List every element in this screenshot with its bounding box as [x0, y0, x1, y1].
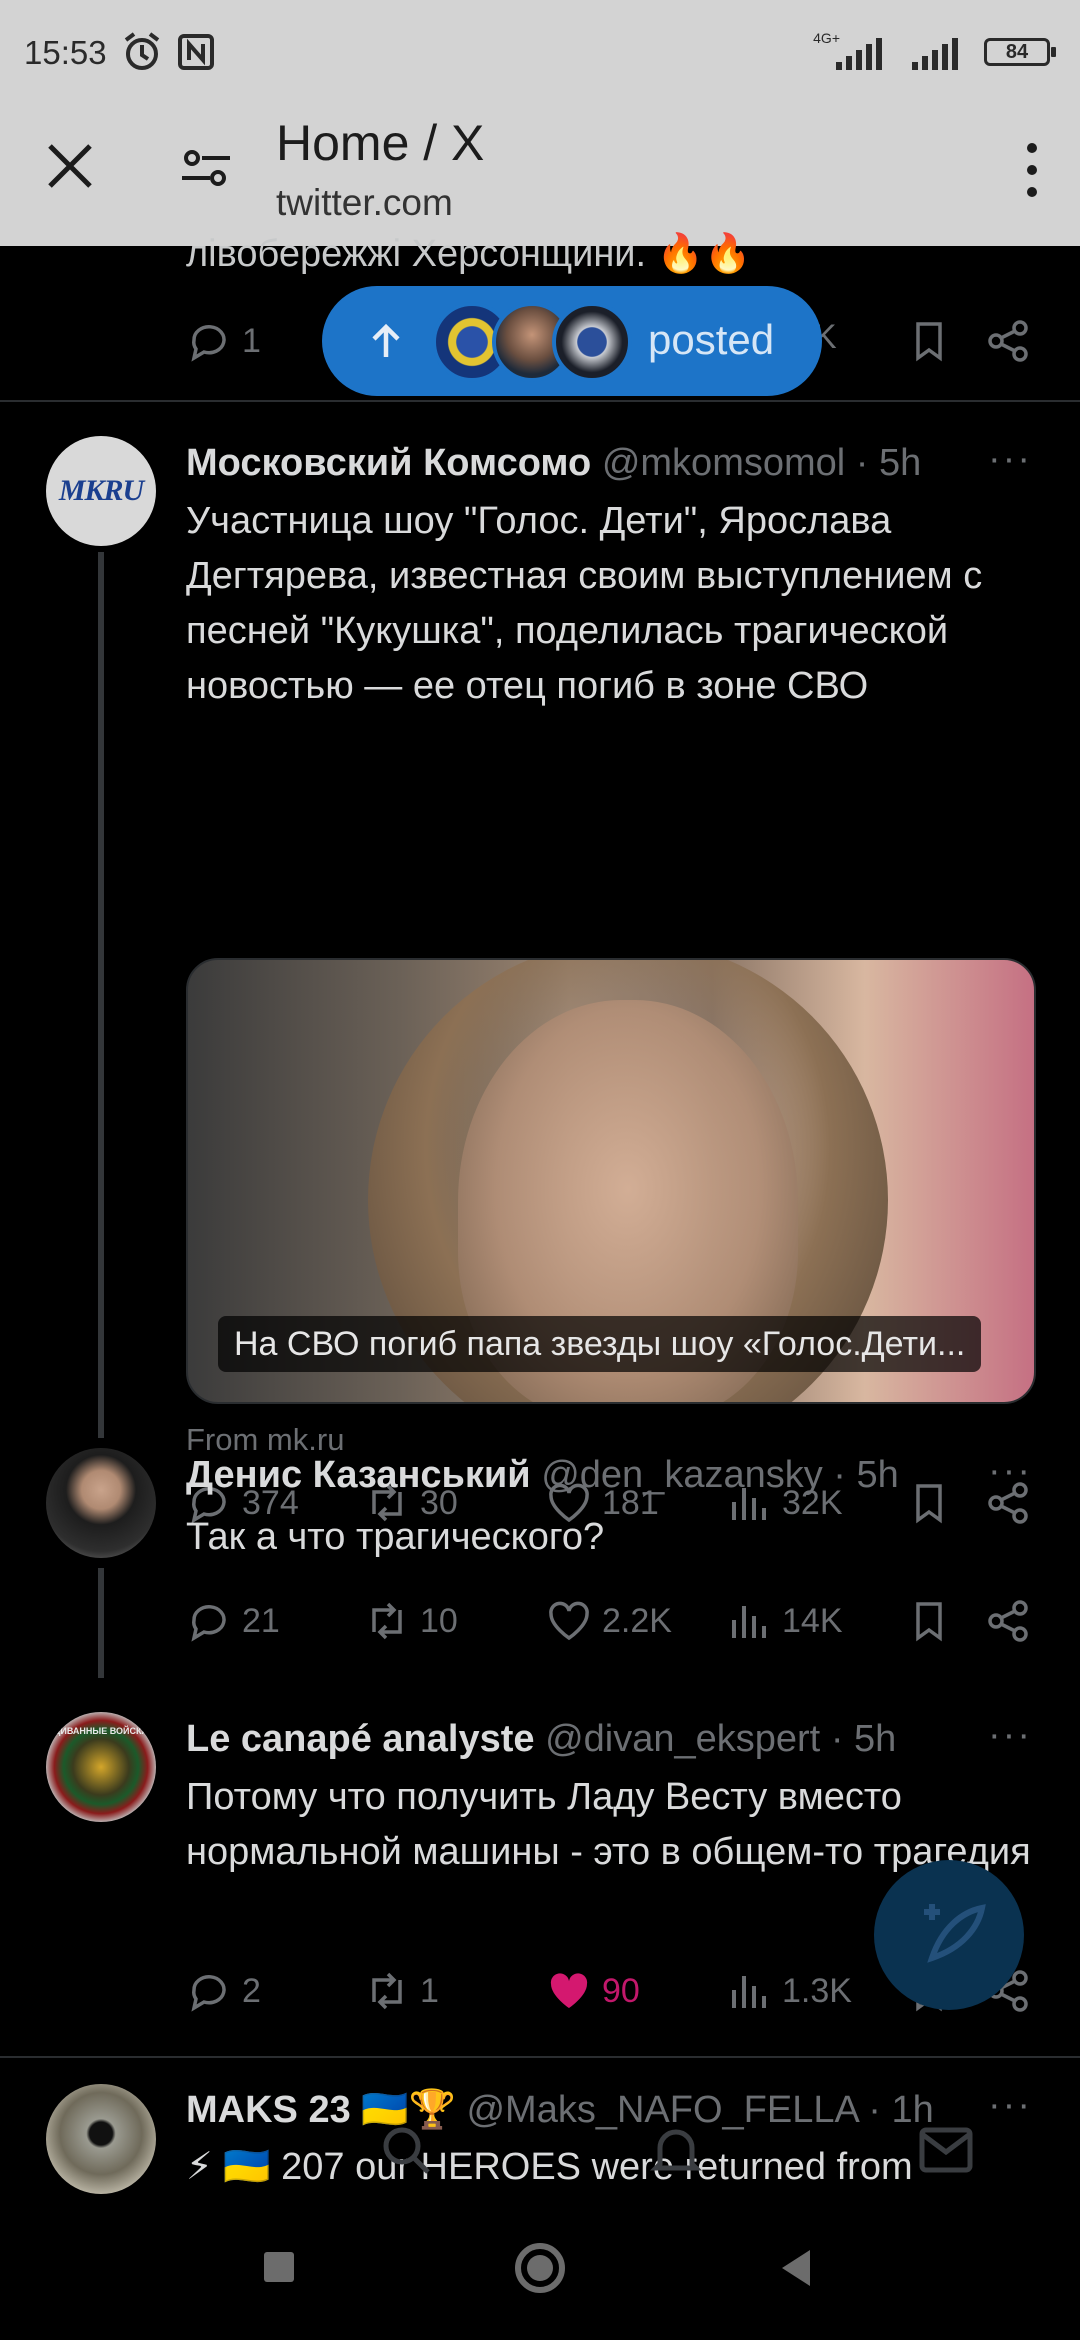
reply-button[interactable]: 2	[186, 1968, 261, 2014]
retweet-button[interactable]: 10	[364, 1598, 458, 1644]
tweet-header: Московский Комсомо @mkomsomol · 5h	[186, 442, 1016, 485]
browser-toolbar: Home / X twitter.com	[0, 100, 1080, 246]
avatar[interactable]	[46, 1448, 156, 1558]
share-icon	[988, 320, 1028, 362]
handle[interactable]: @den_kazansky	[541, 1454, 823, 1496]
bookmark-icon	[916, 322, 942, 362]
timestamp[interactable]: · 5h	[831, 1718, 896, 1760]
status-bar: 15:53 4G+ 84	[0, 0, 1080, 100]
status-time: 15:53	[24, 34, 107, 71]
thread-line	[98, 1568, 104, 1678]
more-icon[interactable]: ···	[988, 1450, 1032, 1493]
card-caption: На СВО погиб папа звезды шоу «Голос.Дети…	[218, 1316, 982, 1372]
site-settings-icon[interactable]	[178, 140, 234, 196]
nfc-icon	[178, 34, 214, 70]
retweet-icon	[372, 1972, 402, 2010]
battery-indicator: 84	[984, 38, 1056, 66]
more-icon[interactable]: ···	[988, 1714, 1032, 1757]
posted-label: posted	[648, 316, 775, 363]
timestamp[interactable]: · 5h	[856, 442, 921, 484]
handle[interactable]: @mkomsomol	[602, 442, 845, 484]
recents-icon[interactable]	[262, 2250, 296, 2284]
like-button[interactable]: 2.2K	[546, 1598, 672, 1644]
page-url[interactable]: twitter.com	[276, 182, 453, 224]
messages-icon[interactable]	[916, 2122, 976, 2178]
signal-icon-2	[912, 38, 958, 70]
retweet-button[interactable]: 1	[364, 1968, 439, 2014]
heart-filled-icon	[550, 1973, 588, 2008]
handle[interactable]: @divan_ekspert	[545, 1718, 820, 1760]
reply-button[interactable]: 1	[186, 318, 261, 364]
new-posts-pill[interactable]: posted	[322, 286, 822, 396]
tweet-text: Участница шоу "Голос. Дети", Ярослава Де…	[186, 500, 983, 707]
compose-button[interactable]	[874, 1860, 1024, 2010]
more-icon[interactable]: ···	[988, 438, 1032, 481]
reply-icon	[191, 325, 226, 362]
divider	[0, 2056, 1080, 2058]
previous-tweet-text: лівобережжі Херсонщини. 🔥🔥	[186, 233, 752, 275]
link-card[interactable]: На СВО погиб папа звезды шоу «Голос.Дети…	[186, 958, 1036, 1404]
page-title: Home / X	[276, 115, 485, 171]
bookmark-button[interactable]	[906, 1598, 952, 1644]
avatar[interactable]: MKRU	[46, 436, 156, 546]
tweet-actions: 21 10 2.2K 14K	[186, 1598, 1046, 1658]
divider	[0, 400, 1080, 402]
display-name[interactable]: Le canapé analyste	[186, 1718, 535, 1760]
close-icon[interactable]	[40, 136, 100, 196]
reply-icon	[191, 1605, 226, 1642]
display-name[interactable]: Московский Комсомо	[186, 442, 591, 484]
signal-icon	[836, 38, 882, 70]
timeline: лівобережжі Херсонщини. 🔥🔥 1 K posted MK…	[0, 233, 1080, 2340]
reply-button[interactable]: 21	[186, 1598, 280, 1644]
retweet-icon	[372, 1602, 402, 1640]
bookmark-icon	[916, 1602, 942, 1642]
views-button[interactable]: 14K	[726, 1598, 843, 1644]
tweet-header: Денис Казанський @den_kazansky · 5h	[186, 1454, 1016, 1497]
views-button[interactable]: 1.3K	[726, 1968, 852, 2014]
home-icon[interactable]	[512, 2240, 568, 2296]
notifications-icon[interactable]	[646, 2120, 706, 2180]
display-name[interactable]: Денис Казанський	[186, 1454, 531, 1496]
reply-icon	[191, 1975, 226, 2012]
timestamp[interactable]: · 5h	[833, 1454, 898, 1496]
heart-icon	[549, 1601, 589, 1641]
browser-chrome: 15:53 4G+ 84 Home / X twitter.com	[0, 0, 1080, 246]
system-navigation-bar	[0, 2200, 1080, 2340]
tweet-text: Так а что трагического?	[186, 1516, 605, 1558]
alarm-icon	[124, 32, 160, 70]
tweet-header: Le canapé analyste @divan_ekspert · 5h	[186, 1718, 1016, 1761]
avatar[interactable]: ДИВАННЫЕ ВОЙСКА	[46, 1712, 156, 1822]
compose-feather-icon	[924, 1904, 986, 1963]
search-icon[interactable]	[376, 2120, 436, 2180]
more-options-icon[interactable]	[1022, 140, 1042, 200]
share-button[interactable]	[986, 1598, 1032, 1644]
share-button[interactable]	[986, 318, 1032, 364]
back-icon[interactable]	[778, 2248, 814, 2288]
share-icon	[988, 1600, 1028, 1642]
views-icon	[732, 1606, 766, 1638]
poster-avatar-3	[552, 302, 632, 382]
arrow-up-icon	[372, 323, 400, 357]
bookmark-button[interactable]	[906, 318, 952, 364]
thread-line	[98, 552, 104, 1438]
views-icon	[732, 1976, 766, 2008]
link-source[interactable]: From mk.ru	[186, 1422, 344, 1458]
like-button[interactable]: 90	[546, 1968, 640, 2014]
